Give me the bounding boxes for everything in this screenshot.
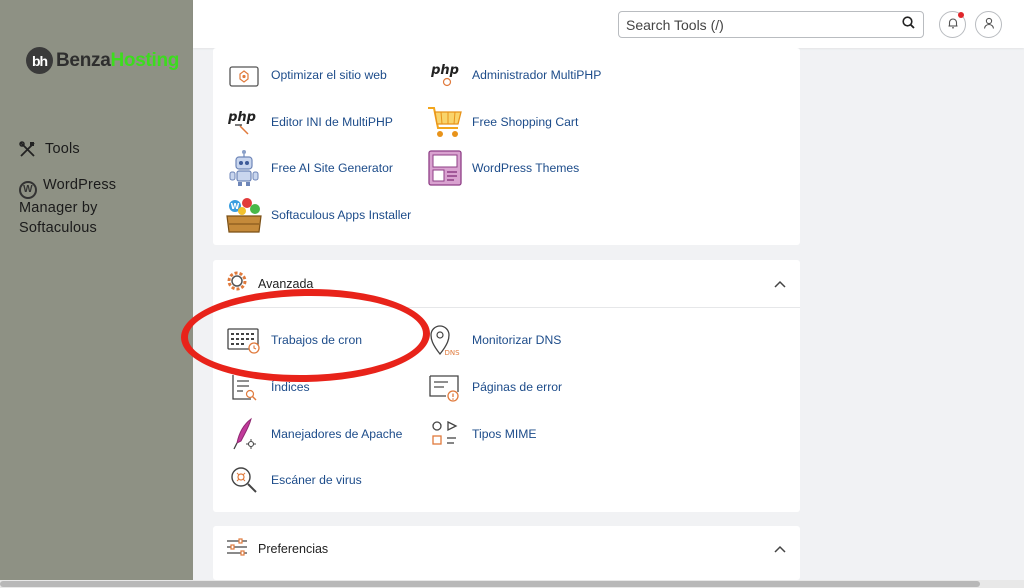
search-input[interactable] (626, 16, 902, 33)
tool-monitorizar-dns[interactable]: DNS Monitorizar DNS (426, 321, 561, 359)
tool-label: Administrador MultiPHP (472, 68, 602, 82)
tool-escaner-de-virus[interactable]: Escáner de virus (225, 461, 362, 499)
mime-types-icon (426, 415, 464, 453)
search-box[interactable] (618, 11, 924, 38)
section-title: Avanzada (258, 276, 314, 291)
tool-label: Monitorizar DNS (472, 333, 562, 347)
notification-dot (958, 12, 964, 18)
apache-feather-icon (225, 415, 263, 453)
tool-softaculous-apps-installer[interactable]: W Softaculous Apps Installer (225, 196, 411, 234)
preferences-section: Preferencias (213, 526, 800, 580)
wordpress-themes-icon (426, 149, 464, 187)
tool-administrador-multiphp[interactable]: php Administrador MultiPHP (426, 56, 601, 94)
user-icon (983, 16, 995, 34)
scrollbar-thumb[interactable] (0, 581, 980, 587)
sliders-icon (226, 537, 248, 561)
svg-text:php: php (430, 63, 459, 78)
tool-indices[interactable]: Índices (225, 368, 310, 406)
top-bar (193, 0, 1024, 48)
sidebar-item-label: Tools (45, 141, 80, 157)
tool-free-ai-site-generator[interactable]: Free AI Site Generator (225, 149, 393, 187)
user-menu-button[interactable] (975, 11, 1002, 38)
virus-scanner-icon (225, 461, 263, 499)
tool-optimizar-sitio-web[interactable]: Optimizar el sitio web (225, 56, 387, 94)
error-pages-icon (426, 368, 464, 406)
php-editor-icon: php (225, 103, 263, 141)
tool-label: Índices (271, 380, 310, 394)
optimize-icon (225, 56, 263, 94)
dns-badge: DNS (444, 349, 460, 357)
tool-manejadores-de-apache[interactable]: Manejadores de Apache (225, 415, 402, 453)
sidebar-item-tools[interactable]: Tools (19, 140, 80, 160)
tool-paginas-de-error[interactable]: Páginas de error (426, 368, 562, 406)
advanced-section: Avanzada Trabajos de cron DNS Monitoriza… (213, 260, 800, 512)
logo-text: BenzaHosting (56, 50, 179, 72)
tool-label: Free Shopping Cart (472, 115, 579, 129)
index-icon (225, 368, 263, 406)
cron-calendar-icon (225, 321, 263, 359)
search-icon[interactable] (902, 15, 915, 34)
softaculous-icon: W (225, 196, 263, 234)
tool-label: Softaculous Apps Installer (271, 208, 412, 222)
tool-free-shopping-cart[interactable]: Free Shopping Cart (426, 103, 578, 141)
tool-wordpress-themes[interactable]: WordPress Themes (426, 149, 579, 187)
svg-text:W: W (231, 202, 240, 211)
wordpress-icon: W (19, 181, 37, 199)
logo-text-part1: Benza (56, 49, 111, 71)
tool-label: Editor INI de MultiPHP (271, 115, 393, 129)
php-icon: php (426, 56, 464, 94)
sidebar: bh BenzaHosting Tools W WordPress Manager… (0, 0, 193, 588)
tool-label: Páginas de error (472, 380, 563, 394)
svg-text:php: php (227, 110, 256, 125)
logo-text-part2: Hosting (110, 49, 180, 71)
horizontal-scrollbar[interactable] (0, 580, 1024, 588)
tool-label: Escáner de virus (271, 473, 362, 487)
bell-icon (947, 16, 959, 34)
tool-trabajos-de-cron[interactable]: Trabajos de cron (225, 321, 362, 359)
sidebar-item-wordpress-manager[interactable]: W WordPress Manager by Softaculous (19, 176, 179, 238)
tool-tipos-mime[interactable]: Tipos MIME (426, 415, 537, 453)
tool-label: Tipos MIME (472, 427, 537, 441)
brand-logo[interactable]: bh BenzaHosting (26, 47, 179, 74)
notifications-button[interactable] (939, 11, 966, 38)
tool-label: Trabajos de cron (271, 333, 363, 347)
software-section: Optimizar el sitio web php Administrador… (213, 48, 800, 245)
chevron-up-icon[interactable] (774, 545, 786, 553)
advanced-section-header[interactable]: Avanzada (213, 260, 800, 308)
preferences-section-header[interactable]: Preferencias (213, 526, 800, 572)
dns-pin-icon: DNS (426, 321, 464, 359)
chevron-up-icon[interactable] (774, 280, 786, 288)
gear-icon (226, 270, 248, 297)
tools-icon (19, 141, 36, 158)
logo-badge: bh (26, 47, 53, 74)
tool-label: Optimizar el sitio web (271, 68, 387, 82)
section-title: Preferencias (258, 542, 329, 556)
robot-icon (225, 149, 263, 187)
tool-label: WordPress Themes (472, 161, 580, 175)
tool-editor-ini-multiphp[interactable]: php Editor INI de MultiPHP (225, 103, 393, 141)
shopping-cart-icon (426, 103, 464, 141)
tool-label: Manejadores de Apache (271, 427, 403, 441)
tool-label: Free AI Site Generator (271, 161, 393, 175)
